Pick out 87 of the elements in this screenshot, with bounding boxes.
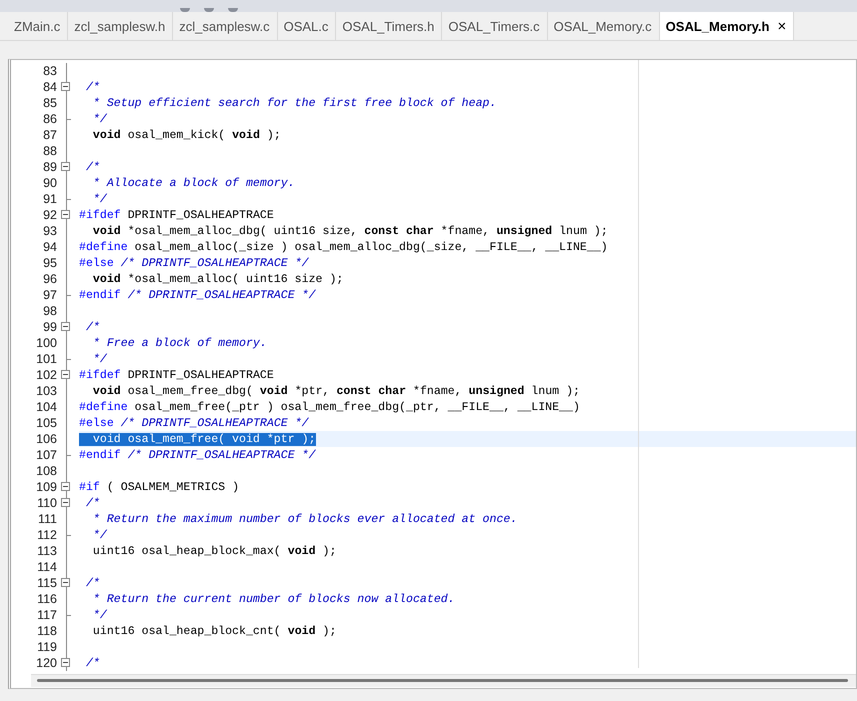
line-number: 115 bbox=[36, 576, 57, 590]
line-number: 99 bbox=[42, 320, 57, 334]
fold-icon[interactable] bbox=[61, 482, 70, 491]
line-number: 120 bbox=[35, 656, 57, 670]
line-number: 90 bbox=[42, 176, 57, 190]
code-line: #define osal_mem_free(_ptr ) osal_mem_free_dbg(_ptr, __FILE__, __LINE__) bbox=[79, 400, 580, 414]
code-line: #endif /* DPRINTF_OSALHEAPTRACE */ bbox=[79, 448, 316, 462]
file-tab[interactable]: ZMain.c bbox=[8, 12, 68, 40]
code-line: #else /* DPRINTF_OSALHEAPTRACE */ bbox=[79, 416, 309, 430]
code-line: void *osal_mem_alloc( uint16 size ); bbox=[92, 272, 344, 286]
fold-icon[interactable] bbox=[61, 370, 70, 379]
line-number: 83 bbox=[42, 64, 57, 78]
line-number: 113 bbox=[36, 544, 57, 558]
line-number: 107 bbox=[35, 448, 57, 462]
code-line: * Setup efficient search for the first free block of heap. bbox=[92, 96, 496, 110]
line-number: 104 bbox=[35, 400, 57, 414]
fold-icon[interactable] bbox=[61, 82, 70, 91]
line-number: 84 bbox=[42, 80, 57, 94]
line-number: 101 bbox=[35, 352, 57, 366]
code-line: #if ( OSALMEM_METRICS ) bbox=[79, 480, 240, 494]
code-line: * Allocate a block of memory. bbox=[92, 176, 295, 190]
file-tab[interactable]: zcl_samplesw.h bbox=[68, 12, 174, 40]
line-number: 116 bbox=[36, 592, 57, 606]
fold-icon[interactable] bbox=[61, 498, 70, 507]
line-number: 96 bbox=[42, 272, 57, 286]
line-number: 87 bbox=[42, 128, 57, 142]
fold-icon[interactable] bbox=[61, 162, 70, 171]
line-number: 93 bbox=[42, 224, 57, 238]
code-line: * Free a block of memory. bbox=[92, 336, 267, 350]
code-line: uint16 osal_heap_block_cnt( void ); bbox=[92, 624, 336, 638]
line-number: 112 bbox=[36, 528, 57, 542]
code-line: */ bbox=[92, 608, 107, 622]
line-number: 94 bbox=[42, 240, 57, 254]
line-number: 111 bbox=[36, 512, 57, 526]
line-number: 100 bbox=[35, 336, 57, 350]
code-line: */ bbox=[92, 192, 107, 206]
code-line: * Return the current number of blocks now allocated. bbox=[92, 592, 455, 606]
code-line: /* bbox=[84, 496, 100, 510]
fold-icon[interactable] bbox=[61, 578, 70, 587]
file-tab[interactable]: OSAL_Timers.c bbox=[442, 12, 548, 40]
line-number: 102 bbox=[35, 368, 57, 382]
line-number: 89 bbox=[42, 160, 57, 174]
line-number: 88 bbox=[42, 144, 57, 158]
code-line: uint16 osal_heap_block_max( void ); bbox=[92, 544, 336, 558]
code-line: #else /* DPRINTF_OSALHEAPTRACE */ bbox=[79, 256, 309, 270]
code-line: /* bbox=[84, 656, 100, 670]
code-line: void osal_mem_kick( void ); bbox=[92, 128, 281, 142]
file-tab[interactable]: OSAL.c bbox=[278, 12, 336, 40]
line-number: 110 bbox=[36, 496, 57, 510]
fold-icon[interactable] bbox=[61, 658, 70, 667]
line-number: 98 bbox=[42, 304, 57, 318]
line-number: 108 bbox=[35, 464, 57, 478]
code-line: #ifdef DPRINTF_OSALHEAPTRACE bbox=[79, 368, 274, 382]
line-number: 95 bbox=[42, 256, 57, 270]
code-line: */ bbox=[92, 528, 107, 542]
line-number: 114 bbox=[36, 560, 57, 574]
code-line: /* bbox=[84, 80, 100, 94]
code-line: */ bbox=[92, 112, 107, 126]
code-line: /* bbox=[84, 160, 100, 174]
line-number: 117 bbox=[36, 608, 57, 622]
horizontal-scrollbar[interactable] bbox=[31, 674, 856, 687]
file-tab[interactable]: zcl_samplesw.c bbox=[173, 12, 278, 40]
code-line: void *osal_mem_alloc_dbg( uint16 size, const char *fname, unsigned lnum ); bbox=[92, 224, 608, 238]
file-tab[interactable]: OSAL_Timers.h bbox=[336, 12, 442, 40]
line-number: 97 bbox=[42, 288, 57, 302]
line-number: 85 bbox=[42, 96, 57, 110]
code-line: * Return the maximum number of blocks ever allocated at once. bbox=[92, 512, 518, 526]
line-number: 86 bbox=[42, 112, 57, 126]
line-number: 103 bbox=[35, 384, 57, 398]
line-number: 106 bbox=[35, 432, 57, 446]
fold-icon[interactable] bbox=[61, 322, 70, 331]
close-icon[interactable]: × bbox=[777, 18, 786, 34]
line-number: 109 bbox=[35, 480, 57, 494]
code-line: */ bbox=[92, 352, 107, 366]
code-line: void osal_mem_free_dbg( void *ptr, const char *fname, unsigned lnum ); bbox=[92, 384, 580, 398]
code-line: #define osal_mem_alloc(_size ) osal_mem_alloc_dbg(_size, __FILE__, __LINE__) bbox=[79, 240, 608, 254]
line-number: 92 bbox=[42, 208, 57, 222]
code-line: /* bbox=[84, 576, 100, 590]
line-number: 119 bbox=[36, 640, 57, 654]
file-tab[interactable]: OSAL_Memory.h × bbox=[660, 12, 794, 40]
line-number: 105 bbox=[35, 416, 57, 430]
code-line: #ifdef DPRINTF_OSALHEAPTRACE bbox=[79, 208, 274, 222]
line-number: 91 bbox=[42, 192, 57, 206]
code-line: /* bbox=[84, 320, 100, 334]
fold-icon[interactable] bbox=[61, 210, 70, 219]
code-line: #endif /* DPRINTF_OSALHEAPTRACE */ bbox=[79, 288, 316, 302]
line-number: 118 bbox=[36, 624, 57, 638]
